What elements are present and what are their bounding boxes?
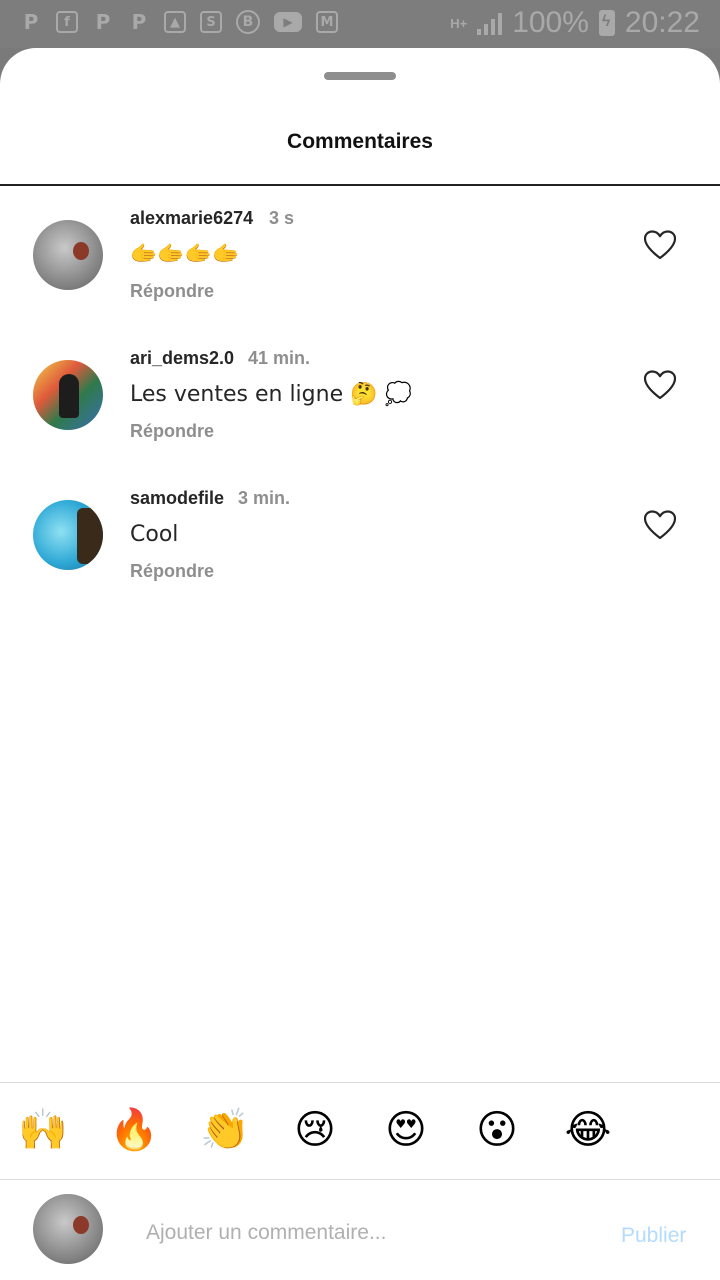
composer-divider bbox=[0, 1179, 720, 1180]
comment-item: alexmarie6274 3 s 🫱🫱🫱🫱 Répondre bbox=[0, 202, 720, 322]
header-divider bbox=[0, 184, 720, 186]
reply-button[interactable]: Répondre bbox=[130, 281, 214, 302]
fire-emoji[interactable]: 🔥 bbox=[109, 1106, 159, 1154]
surprised-face-emoji[interactable]: 😮 bbox=[473, 1106, 521, 1154]
comments-sheet: Commentaires alexmarie6274 3 s 🫱🫱🫱🫱 Répo… bbox=[0, 48, 720, 1280]
publish-button[interactable]: Publier bbox=[621, 1224, 686, 1248]
gallery-icon: ▲ bbox=[164, 11, 186, 33]
comment-text: 🫱🫱🫱🫱 bbox=[130, 242, 240, 267]
comment-text: Cool bbox=[130, 522, 179, 547]
battery-percent: 100% bbox=[512, 6, 589, 39]
comment-username[interactable]: ari_dems2.0 bbox=[130, 348, 234, 369]
raising-hands-emoji[interactable]: 🙌 bbox=[18, 1106, 68, 1154]
emoji-bar: 🙌 🔥 👏 😢 😍 😮 😂 bbox=[18, 1106, 612, 1154]
facebook-icon: f bbox=[56, 11, 78, 33]
p-app-icon: P bbox=[23, 10, 39, 34]
heart-icon[interactable] bbox=[644, 510, 676, 540]
battery-charging-icon bbox=[598, 10, 615, 36]
tears-of-joy-emoji[interactable]: 😂 bbox=[564, 1106, 612, 1154]
heart-icon[interactable] bbox=[644, 230, 676, 260]
p-app-icon: P bbox=[131, 10, 147, 34]
comment-input[interactable] bbox=[144, 1216, 568, 1250]
drag-handle[interactable] bbox=[324, 72, 396, 80]
comment-time: 3 min. bbox=[238, 488, 291, 508]
clapping-hands-emoji[interactable]: 👏 bbox=[200, 1106, 250, 1154]
comment-time: 41 min. bbox=[248, 348, 311, 368]
clock: 20:22 bbox=[624, 6, 700, 39]
comment-item: samodefile 3 min. Cool Répondre bbox=[0, 482, 720, 602]
reply-button[interactable]: Répondre bbox=[130, 561, 214, 582]
b-app-icon: B bbox=[236, 10, 260, 34]
comment-item: ari_dems2.0 41 min. Les ventes en ligne … bbox=[0, 342, 720, 462]
sheet-title: Commentaires bbox=[287, 130, 433, 153]
heart-icon[interactable] bbox=[644, 370, 676, 400]
comment-username[interactable]: alexmarie6274 bbox=[130, 208, 253, 229]
reply-button[interactable]: Répondre bbox=[130, 421, 214, 442]
comment-time: 3 s bbox=[269, 208, 295, 228]
notification-icons: P f P P ▲ S B ▶ M bbox=[20, 10, 338, 34]
status-bar: P f P P ▲ S B ▶ M H+ 100% 20:22 bbox=[0, 0, 720, 48]
avatar[interactable] bbox=[33, 360, 103, 430]
current-user-avatar bbox=[33, 1194, 103, 1264]
youtube-icon: ▶ bbox=[274, 12, 302, 32]
gmail-icon: M bbox=[316, 11, 338, 33]
crying-face-emoji[interactable]: 😢 bbox=[291, 1106, 339, 1154]
avatar[interactable] bbox=[33, 500, 103, 570]
comment-text: Les ventes en ligne 🤔 💭 bbox=[130, 382, 412, 407]
heart-eyes-emoji[interactable]: 😍 bbox=[382, 1106, 430, 1154]
avatar[interactable] bbox=[33, 220, 103, 290]
emoji-bar-divider bbox=[0, 1082, 720, 1083]
p-app-icon: P bbox=[95, 10, 111, 34]
network-type: H+ bbox=[450, 15, 468, 31]
signal-icon bbox=[477, 11, 503, 35]
skype-icon: S bbox=[200, 11, 222, 33]
comment-username[interactable]: samodefile bbox=[130, 488, 224, 509]
